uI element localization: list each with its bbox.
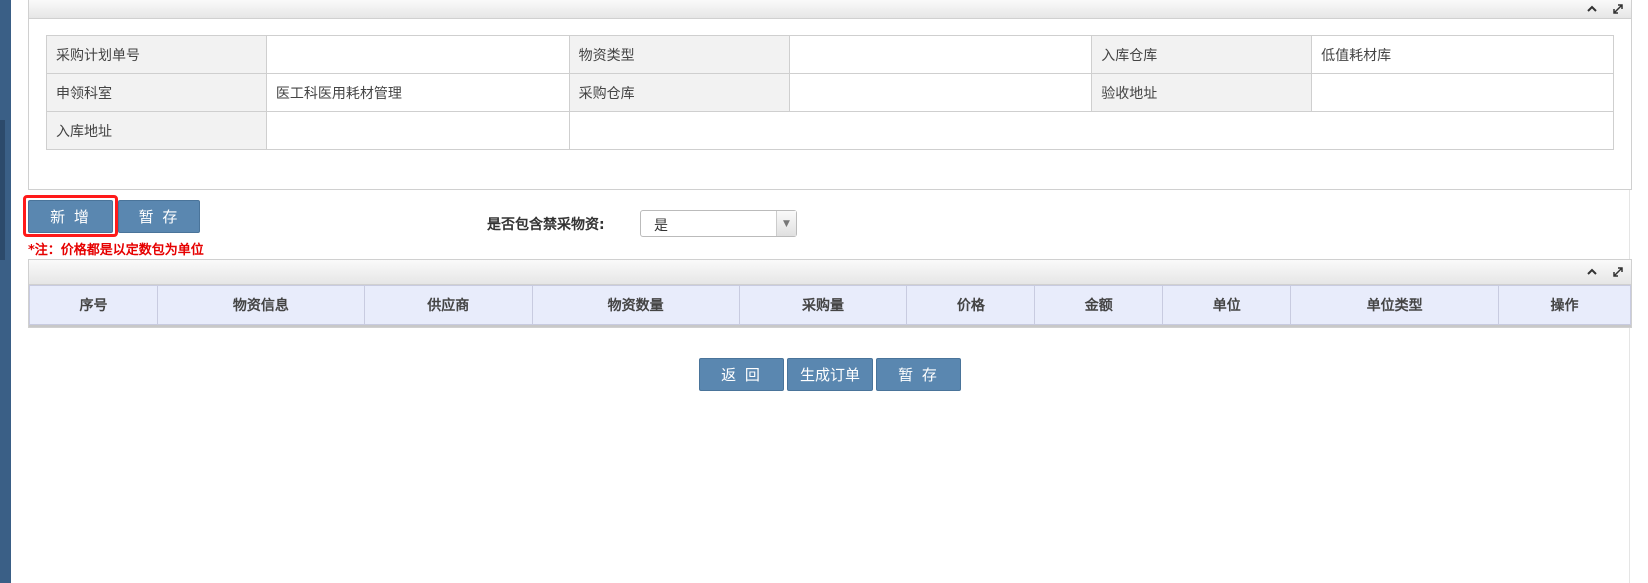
col-header-actions[interactable]: 操作 (1498, 285, 1631, 325)
chevron-up-icon[interactable] (1581, 260, 1603, 284)
price-note: *注：价格都是以定数包为单位 (28, 243, 204, 258)
col-header-price[interactable]: 价格 (906, 285, 1036, 325)
inbound-address-filler (568, 111, 1615, 150)
col-header-supplier[interactable]: 供应商 (363, 285, 533, 325)
inbound-warehouse-value: 低值耗材库 (1311, 35, 1614, 74)
purchase-plan-no-label: 采购计划单号 (46, 35, 267, 74)
forbidden-material-value: 是 (654, 218, 668, 234)
items-grid-panel: 序号 物资信息 供应商 物资数量 采购量 价格 金额 单位 单位类型 操作 (28, 259, 1632, 328)
purchase-warehouse-label: 采购仓库 (568, 73, 790, 112)
col-header-purchase-qty[interactable]: 采购量 (738, 285, 908, 325)
info-row: 入库地址 (46, 111, 1615, 150)
save-draft-button[interactable]: 暂 存 (118, 200, 200, 233)
purchase-warehouse-value (788, 73, 1093, 112)
inbound-address-label: 入库地址 (46, 111, 267, 150)
acceptance-address-label: 验收地址 (1091, 73, 1313, 112)
expand-icon[interactable] (1607, 0, 1629, 18)
inbound-warehouse-label: 入库仓库 (1091, 35, 1313, 74)
col-header-unit-type[interactable]: 单位类型 (1290, 285, 1500, 325)
info-row: 申领科室 医工科医用耗材管理 采购仓库 验收地址 (46, 73, 1614, 112)
col-header-unit[interactable]: 单位 (1162, 285, 1292, 325)
items-grid-header-bar (29, 260, 1631, 285)
info-panel-header (29, 0, 1631, 19)
requesting-dept-value: 医工科医用耗材管理 (265, 73, 570, 112)
save-draft-bottom-button[interactable]: 暂 存 (876, 358, 961, 391)
forbidden-material-select[interactable]: 是 ▼ (640, 210, 797, 237)
back-button[interactable]: 返 回 (699, 358, 784, 391)
material-type-value (788, 35, 1093, 74)
grid-bottom-border (29, 325, 1631, 327)
inbound-address-value (265, 111, 570, 150)
info-table: 采购计划单号 物资类型 入库仓库 低值耗材库 申领科室 医工科医用耗材管理 采购… (46, 35, 1615, 150)
items-grid-table: 序号 物资信息 供应商 物资数量 采购量 价格 金额 单位 单位类型 操作 (29, 285, 1631, 325)
requesting-dept-label: 申领科室 (46, 73, 267, 112)
chevron-up-icon[interactable] (1581, 0, 1603, 18)
left-edge-bar (0, 0, 11, 583)
forbidden-material-label: 是否包含禁采物资: (487, 217, 605, 233)
col-header-material-info[interactable]: 物资信息 (156, 285, 365, 325)
grid-header-row: 序号 物资信息 供应商 物资数量 采购量 价格 金额 单位 单位类型 操作 (29, 285, 1631, 325)
col-header-index[interactable]: 序号 (29, 285, 158, 325)
info-row: 采购计划单号 物资类型 入库仓库 低值耗材库 (46, 35, 1614, 74)
acceptance-address-value (1311, 73, 1614, 112)
dropdown-arrow-icon[interactable]: ▼ (776, 211, 796, 236)
add-button-highlight (23, 195, 118, 237)
purchase-plan-no-value (265, 35, 570, 74)
col-header-amount[interactable]: 金额 (1034, 285, 1164, 325)
material-type-label: 物资类型 (568, 35, 790, 74)
col-header-material-qty[interactable]: 物资数量 (531, 285, 740, 325)
expand-icon[interactable] (1607, 260, 1629, 284)
left-edge-accent (0, 120, 5, 260)
generate-order-button[interactable]: 生成订单 (787, 358, 873, 391)
info-panel: 采购计划单号 物资类型 入库仓库 低值耗材库 申领科室 医工科医用耗材管理 采购… (28, 0, 1632, 190)
